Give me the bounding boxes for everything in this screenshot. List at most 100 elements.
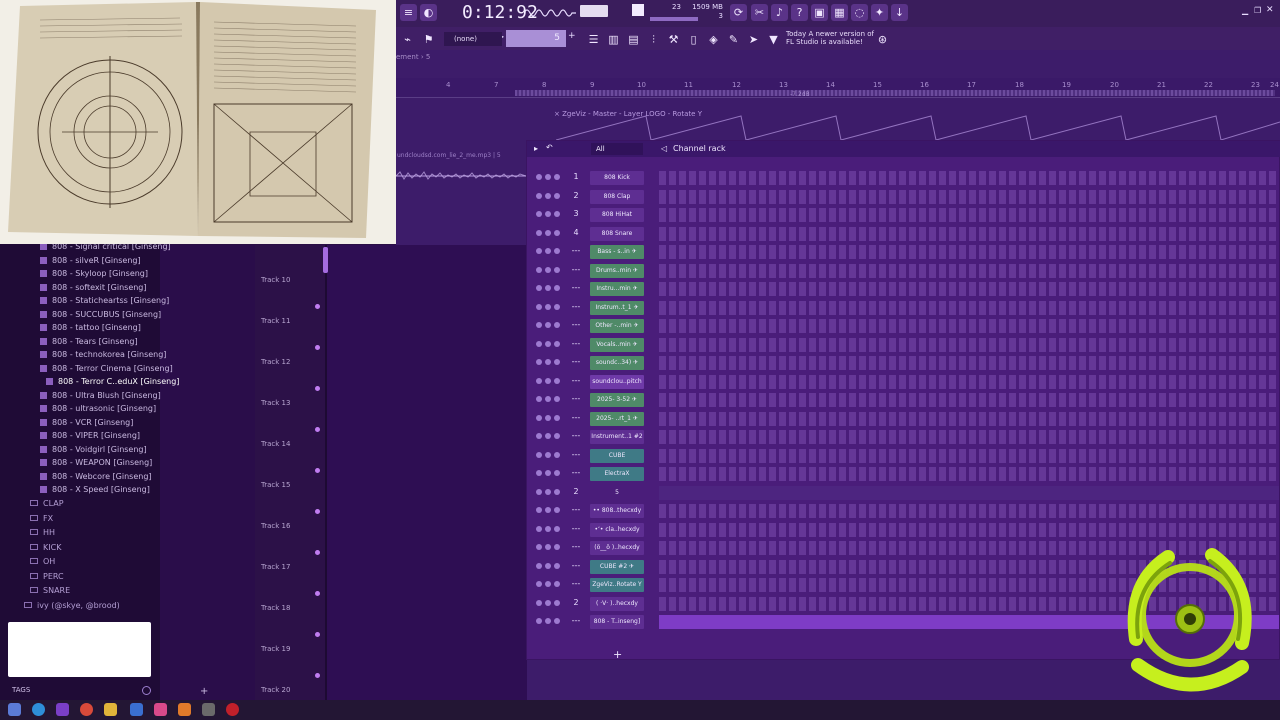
channel-mixer-track[interactable]: --- <box>567 357 585 366</box>
song-position-display[interactable]: 0:12:92 <box>462 2 538 23</box>
browser-item[interactable]: 808 - VCR [Ginseng] <box>40 418 133 427</box>
track-label[interactable]: Track 18 <box>261 604 290 612</box>
channel-mute-toggle[interactable] <box>536 618 542 624</box>
channel-name-button[interactable]: CUBE <box>590 448 644 463</box>
channel-name-button[interactable]: 2025- 3-52 ✈ <box>590 393 644 407</box>
channel-mute-toggle[interactable] <box>536 359 542 365</box>
channel-step-sequencer[interactable] <box>659 245 1279 259</box>
track-enable-dot[interactable] <box>315 345 320 350</box>
channel-pan-knob[interactable] <box>545 211 551 217</box>
channel-name-button[interactable]: (ö__ö )..hecxdy <box>590 541 644 555</box>
channel-mixer-track[interactable]: --- <box>567 302 585 311</box>
channel-volume-knob[interactable] <box>554 192 560 199</box>
minimize-window-icon[interactable]: ▁ <box>1242 6 1248 15</box>
mixer-view-icon[interactable]: ⫶ <box>645 31 662 48</box>
channel-mixer-track[interactable]: 1 <box>567 172 585 181</box>
channel-step-sequencer[interactable] <box>659 337 1279 352</box>
track-label[interactable]: Track 17 <box>261 563 290 571</box>
browser-item[interactable]: 808 - tattoo [Ginseng] <box>40 323 141 332</box>
channel-pan-knob[interactable] <box>545 229 551 236</box>
channel-pan-knob[interactable] <box>545 488 551 495</box>
channel-pan-knob[interactable] <box>545 285 551 291</box>
brush-icon[interactable]: ✎ <box>725 31 742 48</box>
help-icon[interactable]: ? <box>791 4 808 21</box>
channel-filter-dropdown[interactable]: All <box>591 143 643 155</box>
channel-volume-knob[interactable] <box>554 396 560 402</box>
playlist-scrollbar[interactable] <box>323 247 328 273</box>
channel-volume-knob[interactable] <box>554 414 560 421</box>
channel-row[interactable]: --- CUBE <box>527 447 1280 465</box>
audio-clip-waveform[interactable] <box>515 90 1275 96</box>
channel-pan-knob[interactable] <box>545 359 551 365</box>
channel-mixer-track[interactable]: 3 <box>567 209 585 218</box>
channel-rack-icon[interactable]: ▤ <box>625 31 642 48</box>
channel-volume-knob[interactable] <box>554 285 560 291</box>
app-taskbar-icon-1[interactable] <box>130 703 143 716</box>
browser-item[interactable]: 808 - SUCCUBUS [Ginseng] <box>40 310 161 319</box>
rack-swing-icon[interactable]: ↶ <box>546 143 553 152</box>
channel-step-sequencer[interactable] <box>659 448 1279 463</box>
channel-mute-toggle[interactable] <box>536 544 542 550</box>
browser-item[interactable]: 808 - Terror Cinema [Ginseng] <box>40 364 173 373</box>
channel-step-sequencer[interactable] <box>659 189 1279 204</box>
channel-name-button[interactable]: 2025- ..rt_1 ✈ <box>590 411 644 426</box>
tags-search-icon[interactable] <box>142 686 151 695</box>
channel-row[interactable]: --- soundc..34) ✈ <box>527 354 1280 372</box>
channel-mute-toggle[interactable] <box>536 174 542 180</box>
channel-pan-knob[interactable] <box>545 581 551 587</box>
channel-name-button[interactable]: •• 808..thecxdy <box>590 504 644 518</box>
app-taskbar-icon-4[interactable] <box>202 703 215 716</box>
track-label[interactable]: Track 10 <box>261 276 290 284</box>
add-channel-button[interactable]: + <box>613 648 622 661</box>
track-label[interactable]: Track 14 <box>261 440 290 448</box>
channel-volume-knob[interactable] <box>554 340 560 347</box>
channel-mixer-track[interactable]: 4 <box>567 228 585 237</box>
channel-step-sequencer[interactable] <box>659 374 1279 389</box>
browser-item[interactable]: 808 - X Speed [Ginseng] <box>40 485 150 494</box>
track-enable-dot[interactable] <box>315 550 320 555</box>
menu-icon[interactable]: ≡ <box>400 4 417 21</box>
channel-name-button[interactable]: ElectraX <box>590 467 644 481</box>
browser-item[interactable]: 808 - Skyloop [Ginseng] <box>40 269 148 278</box>
track-enable-dot[interactable] <box>315 509 320 514</box>
track-enable-dot[interactable] <box>315 468 320 473</box>
channel-mute-toggle[interactable] <box>536 248 542 254</box>
channel-row[interactable]: --- Bass - s..in ✈ <box>527 243 1280 261</box>
pitch-slider[interactable] <box>632 4 644 16</box>
browser-item[interactable]: 808 - Webcore [Ginseng] <box>40 472 152 481</box>
channel-mixer-track[interactable]: 2 <box>567 191 585 200</box>
channel-pan-knob[interactable] <box>545 544 551 550</box>
channel-mute-toggle[interactable] <box>536 211 542 217</box>
channel-mute-toggle[interactable] <box>536 229 542 236</box>
channel-row[interactable]: --- •• 808..thecxdy <box>527 502 1280 520</box>
channel-row[interactable]: --- Other -..min ✈ <box>527 317 1280 335</box>
browser-item[interactable]: 808 - Ultra Blush [Ginseng] <box>40 391 161 400</box>
channel-volume-knob[interactable] <box>554 525 560 532</box>
channel-mute-toggle[interactable] <box>536 266 542 273</box>
channel-mute-toggle[interactable] <box>536 322 542 328</box>
channel-pan-knob[interactable] <box>545 192 551 199</box>
playlist-view-icon[interactable]: ☰ <box>585 31 602 48</box>
app-taskbar-icon-5[interactable] <box>226 703 239 716</box>
channel-row[interactable]: --- Instrum..t_1 ✈ <box>527 299 1280 317</box>
channel-mute-toggle[interactable] <box>536 340 542 347</box>
loop-icon[interactable]: ⟳ <box>730 4 747 21</box>
channel-row[interactable]: 2 808 Clap <box>527 188 1280 206</box>
folder-taskbar-icon[interactable] <box>104 703 117 716</box>
channel-row[interactable]: 1 808 Kick <box>527 169 1280 187</box>
track-enable-dot[interactable] <box>315 427 320 432</box>
channel-row[interactable]: --- •‘• cla..hecxdy <box>527 521 1280 539</box>
channel-mixer-track[interactable]: --- <box>567 320 585 329</box>
channel-step-sequencer[interactable] <box>659 300 1279 315</box>
channel-volume-knob[interactable] <box>554 433 560 439</box>
channel-pan-knob[interactable] <box>545 451 551 458</box>
channel-name-button[interactable]: Vocals..min ✈ <box>590 337 644 352</box>
stamp-icon[interactable]: ⚑ <box>420 31 437 48</box>
cut-icon[interactable]: ✂ <box>751 4 768 21</box>
channel-volume-knob[interactable] <box>554 322 560 328</box>
browser-item[interactable]: 808 - Staticheartss [Ginseng] <box>40 296 169 305</box>
channel-mixer-track[interactable]: --- <box>567 265 585 274</box>
channel-row[interactable]: --- 2025- 3-52 ✈ <box>527 391 1280 409</box>
channel-name-button[interactable]: Instrument..1 #2 <box>590 430 644 444</box>
channel-mixer-track[interactable]: 2 <box>567 487 585 496</box>
